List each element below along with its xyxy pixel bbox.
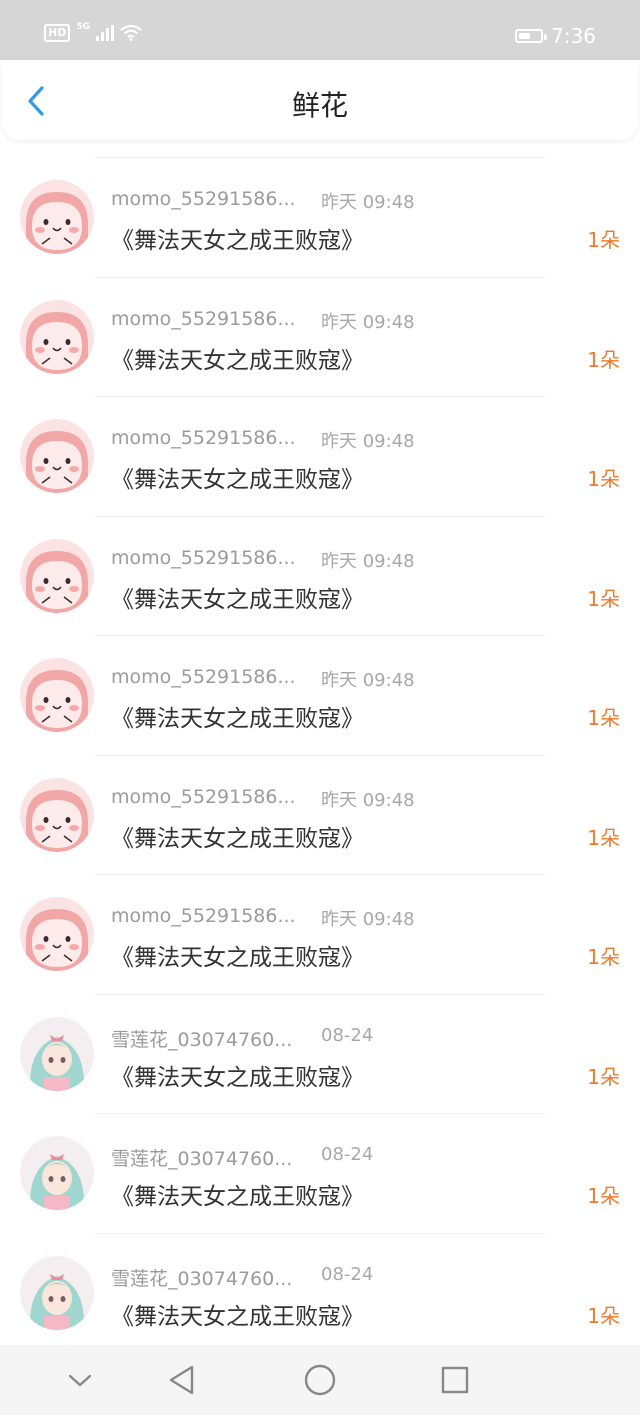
nav-recents-button[interactable] [438, 1363, 472, 1397]
flower-count: 1朵 [587, 1303, 620, 1328]
pink-blob-avatar [20, 658, 94, 732]
status-right: 7:36 [515, 24, 596, 48]
flower-count: 1朵 [587, 1184, 620, 1208]
user-name: momo_55291586... [111, 427, 296, 449]
gift-date: 昨天 09:48 [321, 311, 415, 333]
pink-blob-avatar [20, 538, 94, 613]
avatar[interactable] [20, 419, 94, 493]
flower-count: 1朵 [587, 945, 620, 969]
list-item[interactable]: momo_55291586... 昨天 09:48 《舞法天女之成王败寇》 1朵 [0, 754, 640, 875]
list-item[interactable]: 雪莲花_03074760... 08-24 《舞法天女之成王败寇》 1朵 [0, 1113, 640, 1233]
book-title: 《舞法天女之成王败寇》 [111, 228, 364, 254]
book-title: 《舞法天女之成王败寇》 [111, 825, 364, 852]
user-name: momo_55291586... [111, 188, 296, 210]
user-name: 雪莲花_03074760... [111, 1267, 293, 1290]
gift-date: 昨天 09:48 [321, 909, 415, 930]
gift-date: 08-24 [321, 1263, 374, 1285]
gift-date: 昨天 09:48 [321, 670, 415, 691]
user-name: 雪莲花_03074760... [111, 1148, 293, 1170]
wifi-icon [120, 25, 142, 41]
list-item[interactable]: 雪莲花_03074760... 08-24 《舞法天女之成王败寇》 1朵 [0, 1232, 640, 1353]
status-bar: HD 5G 7:36 [0, 0, 640, 60]
avatar[interactable] [20, 1016, 94, 1091]
flower-count: 1朵 [587, 706, 620, 730]
pink-blob-avatar [20, 299, 94, 374]
gift-date: 昨天 09:48 [321, 431, 415, 452]
avatar[interactable] [20, 299, 94, 374]
app-header: 鲜花 [2, 60, 638, 140]
user-name: momo_55291586... [111, 546, 296, 569]
avatar[interactable] [20, 1136, 94, 1210]
gift-date: 昨天 09:48 [321, 192, 415, 213]
flower-count: 1朵 [587, 347, 620, 372]
anime-girl-avatar [20, 1255, 94, 1330]
user-name: momo_55291586... [111, 785, 296, 808]
pink-blob-avatar [20, 897, 94, 971]
list-item[interactable]: momo_55291586... 昨天 09:48 《舞法天女之成王败寇》 1朵 [0, 276, 640, 397]
network-type: 5G [76, 22, 90, 32]
signal-icon [96, 25, 114, 41]
book-title: 《舞法天女之成王败寇》 [111, 706, 364, 732]
list-item[interactable]: momo_55291586... 昨天 09:48 《舞法天女之成王败寇》 1朵 [0, 515, 640, 636]
avatar[interactable] [20, 538, 94, 613]
clock: 7:36 [551, 24, 596, 48]
flower-count: 1朵 [587, 467, 620, 491]
avatar[interactable] [20, 897, 94, 971]
avatar[interactable] [20, 777, 94, 852]
flower-count: 1朵 [587, 1064, 620, 1089]
battery-level [519, 33, 531, 39]
book-title: 《舞法天女之成王败寇》 [111, 1184, 364, 1210]
page-title: 鲜花 [291, 89, 348, 122]
book-title: 《舞法天女之成王败寇》 [111, 467, 364, 493]
pink-blob-avatar [20, 777, 94, 852]
avatar[interactable] [20, 180, 94, 254]
gift-date: 08-24 [321, 1024, 374, 1046]
anime-girl-avatar [20, 1016, 94, 1091]
gift-date: 昨天 09:48 [321, 789, 415, 811]
user-name: momo_55291586... [111, 666, 296, 688]
list-item[interactable]: momo_55291586... 昨天 09:48 《舞法天女之成王败寇》 1朵 [0, 635, 640, 755]
anime-girl-avatar [20, 1136, 94, 1210]
nav-back-button[interactable] [165, 1363, 199, 1397]
gift-date: 昨天 09:48 [321, 550, 415, 572]
back-triangle-icon [169, 1365, 194, 1395]
list-item[interactable]: momo_55291586... 昨天 09:48 《舞法天女之成王败寇》 1朵 [0, 157, 640, 277]
user-name: momo_55291586... [111, 905, 296, 927]
book-title: 《舞法天女之成王败寇》 [111, 347, 364, 374]
user-name: momo_55291586... [111, 307, 296, 330]
avatar[interactable] [20, 1255, 94, 1330]
avatar[interactable] [20, 658, 94, 732]
flower-count: 1朵 [587, 825, 620, 850]
pink-blob-avatar [20, 419, 94, 493]
user-name: 雪莲花_03074760... [111, 1028, 293, 1051]
book-title: 《舞法天女之成王败寇》 [111, 586, 364, 613]
flower-count: 1朵 [587, 586, 620, 611]
nav-home-button[interactable] [303, 1363, 337, 1397]
list-item[interactable]: 雪莲花_03074760... 08-24 《舞法天女之成王败寇》 1朵 [0, 993, 640, 1114]
hd-badge: HD [44, 24, 71, 42]
recents-square-icon [441, 1366, 469, 1394]
collapse-nav-button[interactable] [63, 1363, 97, 1397]
list-item[interactable]: momo_55291586... 昨天 09:48 《舞法天女之成王败寇》 1朵 [0, 874, 640, 994]
flower-count: 1朵 [587, 228, 620, 252]
status-indicators: HD 5G [44, 22, 142, 42]
gift-date: 08-24 [321, 1144, 374, 1165]
book-title: 《舞法天女之成王败寇》 [111, 1303, 364, 1330]
pink-blob-avatar [20, 180, 94, 254]
battery-icon [515, 29, 548, 43]
flower-gift-list: momo_55291586... 昨天 09:48 《舞法天女之成王败寇》 1朵 mom… [0, 157, 640, 1352]
system-nav-bar [0, 1345, 640, 1415]
book-title: 《舞法天女之成王败寇》 [111, 1064, 364, 1091]
book-title: 《舞法天女之成王败寇》 [111, 945, 364, 971]
home-circle-icon [304, 1364, 336, 1396]
list-item[interactable]: momo_55291586... 昨天 09:48 《舞法天女之成王败寇》 1朵 [0, 396, 640, 516]
chevron-down-icon [68, 1374, 92, 1387]
